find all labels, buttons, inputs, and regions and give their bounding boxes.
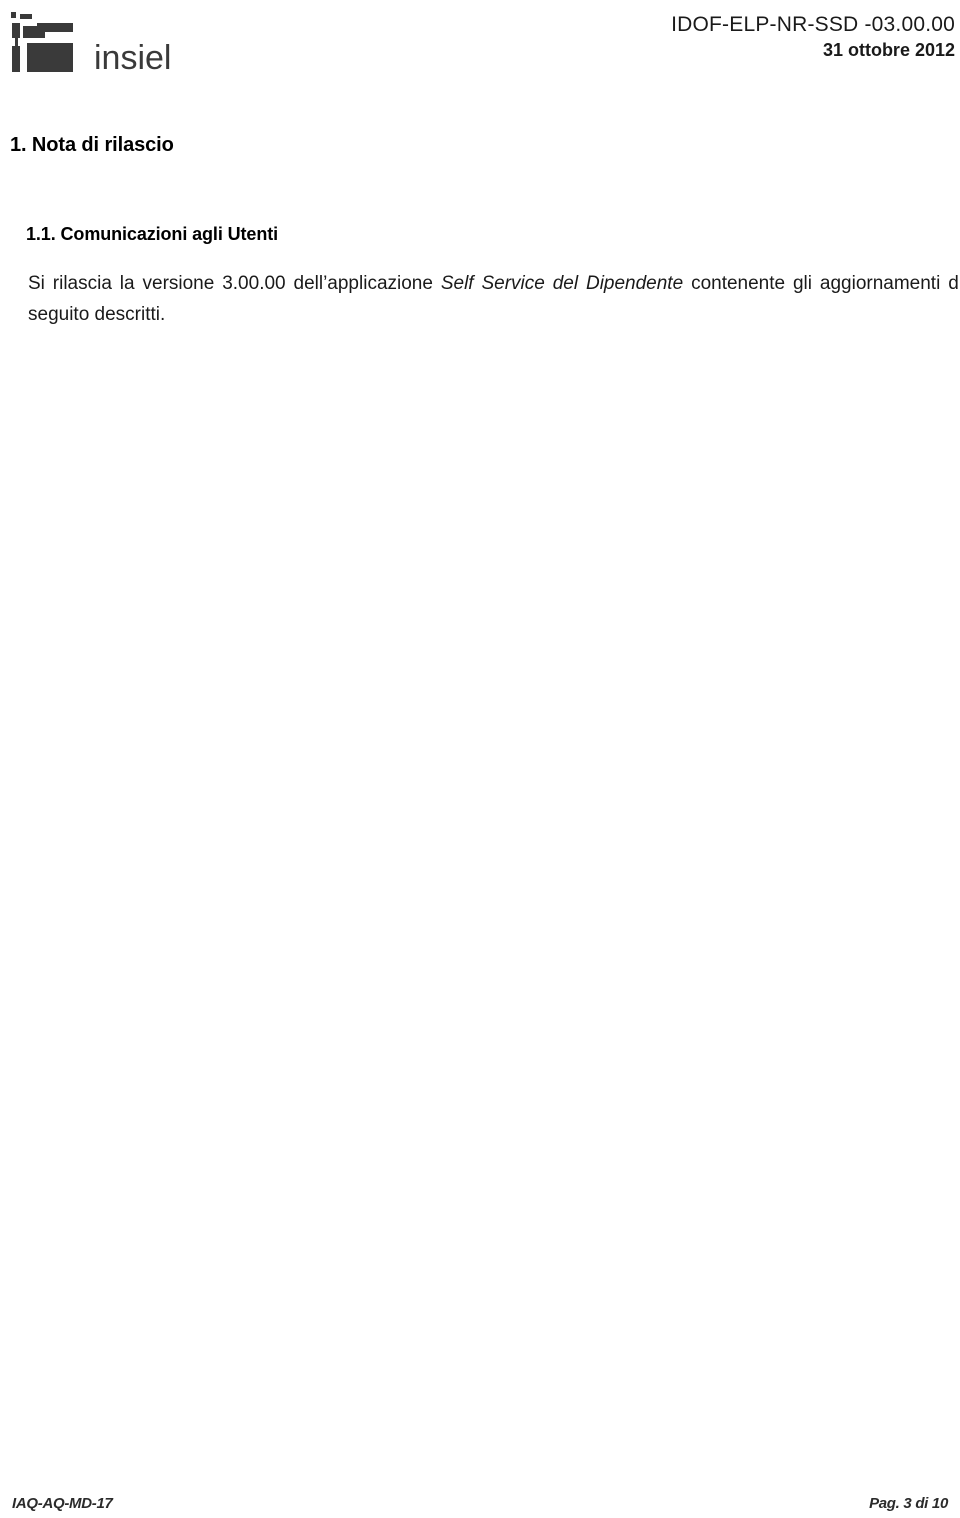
brand-logo: insiel	[8, 6, 171, 76]
page-footer: IAQ-AQ-MD-17 Pag. 3 di 10	[0, 1484, 960, 1512]
document-page: insiel IDOF-ELP-NR-SSD -03.00.00 31 otto…	[0, 0, 960, 1518]
release-note-paragraph: Si rilascia la versione 3.00.00 dell’app…	[28, 268, 960, 330]
document-reference: IDOF-ELP-NR-SSD -03.00.00 31 ottobre 201…	[671, 12, 955, 62]
document-code: IDOF-ELP-NR-SSD -03.00.00	[671, 13, 955, 36]
document-content: 1. Nota di rilascio 1.1. Comunicazioni a…	[0, 132, 960, 330]
insiel-pixel-mark-icon	[8, 10, 80, 76]
footer-form-code: IAQ-AQ-MD-17	[12, 1495, 113, 1512]
section-heading-1: 1. Nota di rilascio	[10, 134, 174, 156]
brand-wordmark: insiel	[94, 39, 172, 77]
page-header: insiel IDOF-ELP-NR-SSD -03.00.00 31 otto…	[0, 0, 960, 110]
paragraph-emphasis: Self Service del Dipendente	[440, 273, 684, 294]
document-date: 31 ottobre 2012	[822, 40, 955, 60]
footer-page-number: Pag. 3 di 10	[869, 1495, 948, 1512]
section-heading-1-1: 1.1. Comunicazioni agli Utenti	[26, 224, 279, 244]
paragraph-part-1: Si rilascia la versione 3.00.00 dell’app…	[28, 273, 441, 294]
